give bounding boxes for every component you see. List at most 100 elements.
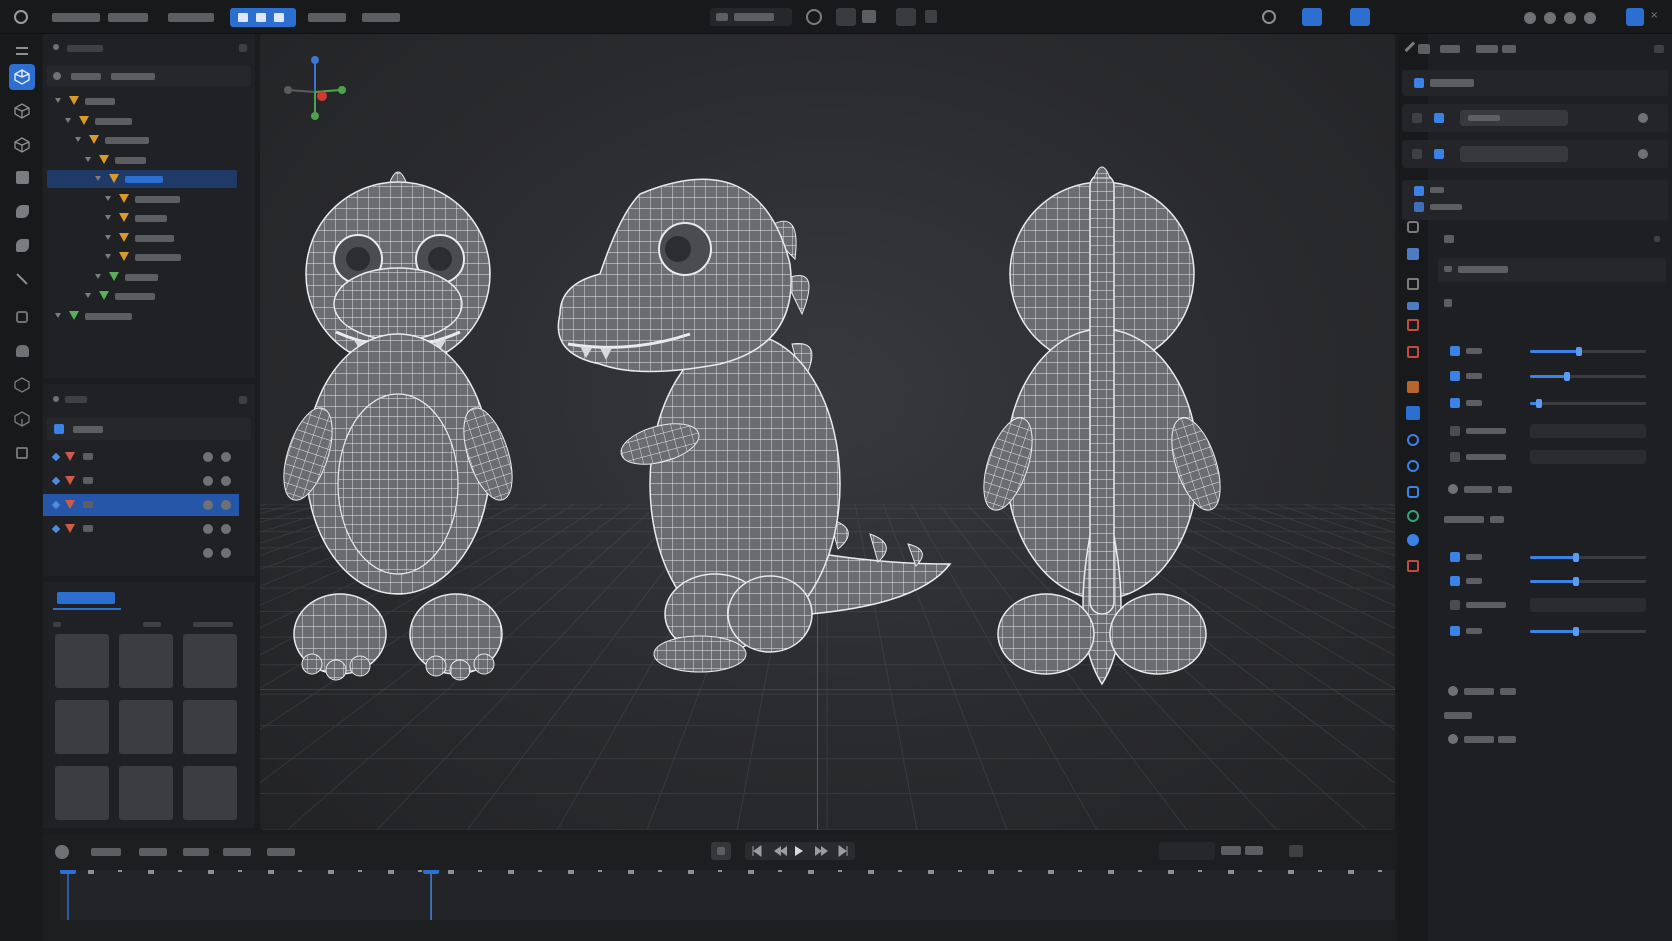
- layers-menu-icon[interactable]: [53, 396, 59, 402]
- timeline-menu-playback[interactable]: [223, 848, 251, 856]
- solid-shading-icon[interactable]: [1544, 12, 1556, 24]
- expand-arrow-icon[interactable]: [75, 137, 81, 142]
- object-props-icon[interactable]: [1407, 381, 1419, 393]
- asset-thumbnail[interactable]: [183, 766, 237, 820]
- outliner-search-row[interactable]: [47, 66, 251, 86]
- property-checkbox[interactable]: [1450, 552, 1460, 562]
- asset-thumbnail[interactable]: [55, 766, 109, 820]
- texture-icon[interactable]: [9, 232, 35, 258]
- section-header-5[interactable]: [1438, 508, 1666, 530]
- visibility-icon[interactable]: [203, 500, 213, 510]
- layer-row[interactable]: [43, 470, 239, 492]
- asset-thumbnail[interactable]: [119, 766, 173, 820]
- layers-expand-icon[interactable]: [239, 396, 247, 404]
- section-header-1[interactable]: [1438, 228, 1666, 250]
- render-toggle-icon[interactable]: [221, 524, 231, 534]
- section-header-8[interactable]: [1438, 728, 1666, 750]
- property-checkbox-row[interactable]: [1438, 446, 1666, 468]
- property-slider[interactable]: [1530, 627, 1646, 636]
- close-icon[interactable]: ×: [1650, 10, 1658, 21]
- active-tool-row[interactable]: [1402, 70, 1668, 96]
- expand-arrow-icon[interactable]: [105, 195, 111, 201]
- property-checkbox[interactable]: [1450, 576, 1460, 586]
- physics-icon[interactable]: [1407, 460, 1419, 472]
- timeline-editor-icon[interactable]: [55, 845, 69, 859]
- expand-arrow-icon[interactable]: [95, 176, 101, 181]
- outliner-menu-icon[interactable]: [53, 44, 59, 50]
- outliner-row[interactable]: [47, 190, 237, 208]
- property-checkbox[interactable]: [1450, 626, 1460, 636]
- world-props-icon[interactable]: [1407, 319, 1419, 331]
- property-checkbox-row[interactable]: [1438, 420, 1666, 442]
- outliner-row[interactable]: [47, 170, 237, 188]
- visibility-icon[interactable]: [203, 524, 213, 534]
- property-slider-row[interactable]: [1438, 620, 1666, 642]
- menu-lines-icon[interactable]: [9, 38, 35, 64]
- add-cube-icon[interactable]: [9, 372, 35, 398]
- timeline-filter-icon[interactable]: [1289, 845, 1303, 857]
- render-props-icon[interactable]: [1407, 221, 1419, 233]
- workspace-tab-2[interactable]: [308, 13, 346, 22]
- layer-row[interactable]: [43, 446, 239, 468]
- select-box-icon[interactable]: [9, 64, 35, 90]
- section-header-2[interactable]: [1438, 258, 1666, 282]
- texture-props-icon[interactable]: [1407, 560, 1419, 572]
- property-checkbox-row[interactable]: [1438, 594, 1666, 616]
- brush-slot-1[interactable]: [1402, 104, 1668, 132]
- asset-thumbnail[interactable]: [55, 634, 109, 688]
- constraints-icon[interactable]: [1407, 486, 1419, 498]
- hand-icon[interactable]: [9, 338, 35, 364]
- outliner-row[interactable]: [47, 131, 237, 149]
- transform-orientation[interactable]: [710, 8, 792, 26]
- overlay-button[interactable]: [1302, 8, 1322, 26]
- section-header-6[interactable]: [1438, 680, 1666, 702]
- property-slider[interactable]: [1530, 372, 1646, 381]
- property-slider[interactable]: [1530, 553, 1646, 562]
- section-header-4[interactable]: [1438, 478, 1666, 500]
- cube-outline-icon[interactable]: [9, 132, 35, 158]
- outliner-row[interactable]: [47, 307, 237, 325]
- extrude-icon[interactable]: [9, 406, 35, 432]
- layer-row[interactable]: [43, 494, 239, 516]
- property-checkbox[interactable]: [1450, 346, 1460, 356]
- timeline-menu-keying[interactable]: [183, 848, 209, 856]
- expand-arrow-icon[interactable]: [85, 293, 91, 298]
- annotate-icon[interactable]: [9, 304, 35, 330]
- render-toggle-icon[interactable]: [221, 452, 231, 462]
- pivot-icon[interactable]: [862, 10, 876, 23]
- record-button[interactable]: [711, 842, 731, 860]
- expand-arrow-icon[interactable]: [85, 156, 91, 162]
- menu-edit[interactable]: [108, 13, 148, 22]
- render-toggle-icon[interactable]: [221, 500, 231, 510]
- model-back-view[interactable]: [980, 164, 1230, 704]
- outliner-row[interactable]: [47, 268, 237, 286]
- asset-thumbnail[interactable]: [119, 700, 173, 754]
- property-slider[interactable]: [1530, 347, 1646, 356]
- outliner-row[interactable]: [47, 229, 237, 247]
- proportional-icon[interactable]: [836, 8, 856, 26]
- asset-thumbnail[interactable]: [119, 634, 173, 688]
- cube-icon[interactable]: [9, 98, 35, 124]
- app-logo-icon[interactable]: [14, 10, 28, 24]
- workspace-tab-active[interactable]: [230, 8, 296, 27]
- property-slider-row[interactable]: [1438, 546, 1666, 568]
- scene-props-icon[interactable]: [1407, 302, 1419, 310]
- model-front-view[interactable]: [280, 164, 530, 704]
- timeline-track[interactable]: [60, 862, 1395, 920]
- property-checkbox[interactable]: [1450, 398, 1460, 408]
- expand-arrow-icon[interactable]: [105, 215, 111, 220]
- visibility-icon[interactable]: [203, 476, 213, 486]
- outliner-expand-icon[interactable]: [239, 44, 247, 52]
- layer-row[interactable]: [43, 518, 239, 540]
- asset-tab-active[interactable]: [57, 592, 115, 604]
- end-frame-field[interactable]: [1245, 846, 1263, 855]
- property-slider[interactable]: [1530, 399, 1646, 408]
- particles-icon[interactable]: [1407, 434, 1419, 446]
- outliner-row[interactable]: [47, 92, 237, 110]
- outliner-row[interactable]: [47, 248, 237, 266]
- asset-thumbnail[interactable]: [183, 634, 237, 688]
- expand-arrow-icon[interactable]: [105, 254, 111, 259]
- expand-arrow-icon[interactable]: [65, 117, 71, 123]
- expand-arrow-icon[interactable]: [95, 273, 101, 279]
- paint-icon[interactable]: [9, 164, 35, 190]
